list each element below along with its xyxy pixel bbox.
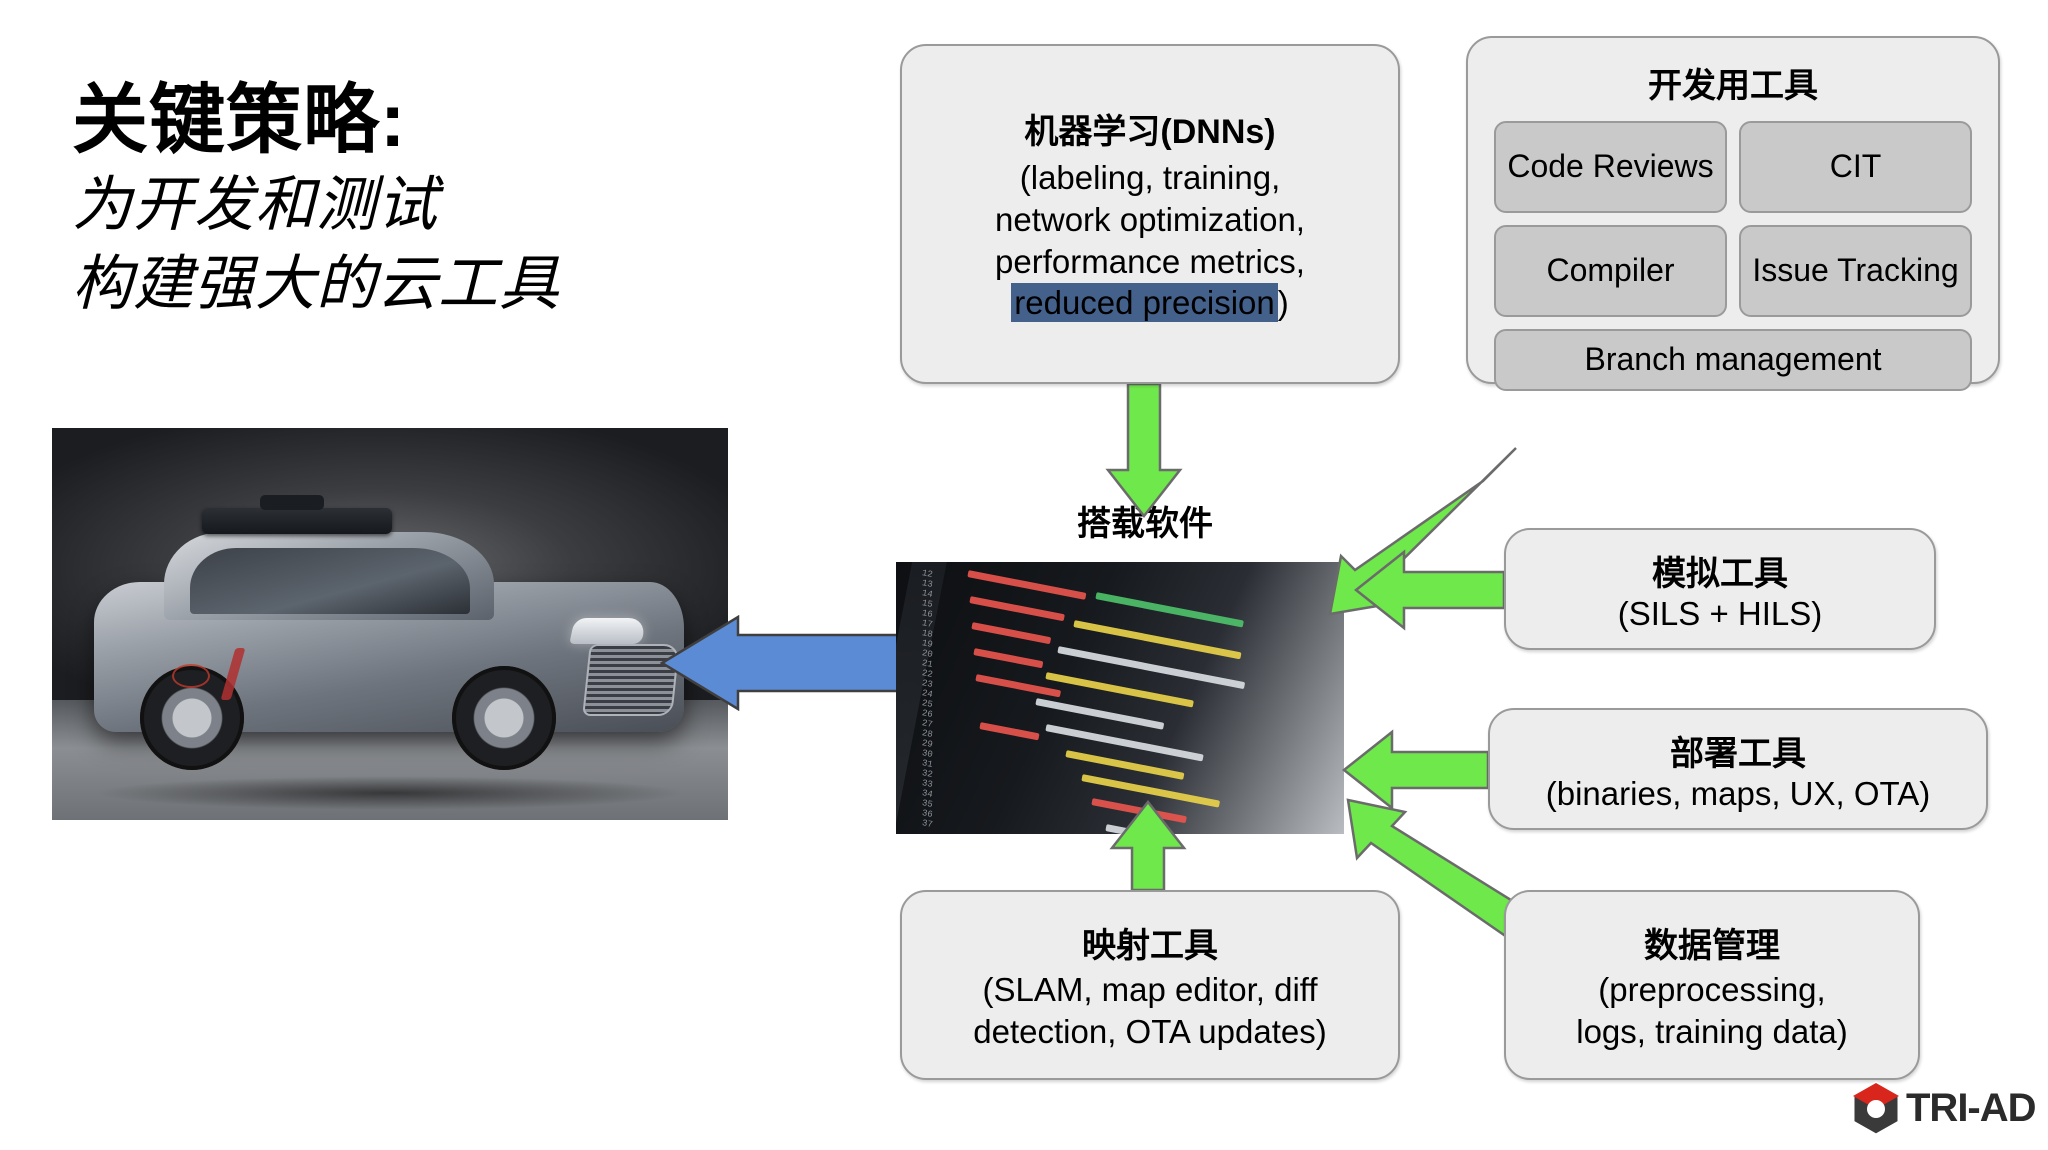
devtools-chip-issue-tracking[interactable]: Issue Tracking: [1739, 225, 1972, 317]
tri-ad-logo: TRI-AD: [1848, 1080, 2044, 1142]
development-tools-card[interactable]: 开发用工具 Code Reviews CIT Compiler Issue Tr…: [1466, 36, 2000, 391]
ml-closing-paren: ): [1277, 284, 1289, 322]
devtools-chip-cit[interactable]: CIT: [1739, 121, 1972, 213]
devtools-chip-grid: Code Reviews CIT Compiler Issue Tracking…: [1494, 121, 1972, 391]
data-management-card[interactable]: 数据管理 (preprocessing, logs, training data…: [1504, 890, 1920, 1080]
arrow-mapping-to-onboard: [1109, 799, 1187, 892]
data-management-heading: 数据管理: [1644, 926, 1780, 965]
ml-heading: 机器学习(DNNs): [1024, 113, 1276, 152]
simulation-heading: 模拟工具: [1652, 554, 1788, 593]
slide-canvas: 关键策略: 为开发和测试 构建强大的云工具 12 13 14 15 16 17 …: [0, 0, 2048, 1150]
devtools-chip-code-reviews[interactable]: Code Reviews: [1494, 121, 1727, 213]
devtools-heading: 开发用工具: [1648, 67, 1818, 105]
arrow-deployment-to-onboard: [1341, 729, 1490, 811]
devtools-chip-branch-management[interactable]: Branch management: [1494, 329, 1972, 391]
mapping-heading: 映射工具: [1082, 926, 1218, 965]
deployment-heading: 部署工具: [1670, 734, 1806, 773]
ml-line-2: network optimization,: [995, 200, 1305, 238]
arrow-ml-to-onboard: [1105, 382, 1183, 519]
logo-wordmark: TRI-AD: [1906, 1086, 2037, 1130]
machine-learning-card[interactable]: 机器学习(DNNs) (labeling, training, network …: [900, 44, 1400, 384]
simulation-detail: (SILS + HILS): [1617, 594, 1823, 632]
ml-line-3: performance metrics,: [995, 242, 1305, 280]
mapping-line-2: detection, OTA updates): [973, 1012, 1327, 1050]
deployment-detail: (binaries, maps, UX, OTA): [1545, 774, 1931, 812]
ml-line-1: (labeling, training,: [1019, 159, 1281, 197]
hexagon-logo-icon: [1851, 1081, 1901, 1137]
simulation-tools-card[interactable]: 模拟工具 (SILS + HILS): [1504, 528, 1936, 650]
mapping-tools-card[interactable]: 映射工具 (SLAM, map editor, diff detection, …: [900, 890, 1400, 1080]
devtools-chip-compiler[interactable]: Compiler: [1494, 225, 1727, 317]
data-management-line-2: logs, training data): [1576, 1012, 1848, 1050]
ml-highlighted-text[interactable]: reduced precision: [1011, 283, 1278, 323]
data-management-line-1: (preprocessing,: [1598, 970, 1826, 1008]
mapping-line-1: (SLAM, map editor, diff: [982, 970, 1318, 1008]
deployment-tools-card[interactable]: 部署工具 (binaries, maps, UX, OTA): [1488, 708, 1988, 830]
ml-line-4: reduced precision): [1011, 282, 1289, 324]
